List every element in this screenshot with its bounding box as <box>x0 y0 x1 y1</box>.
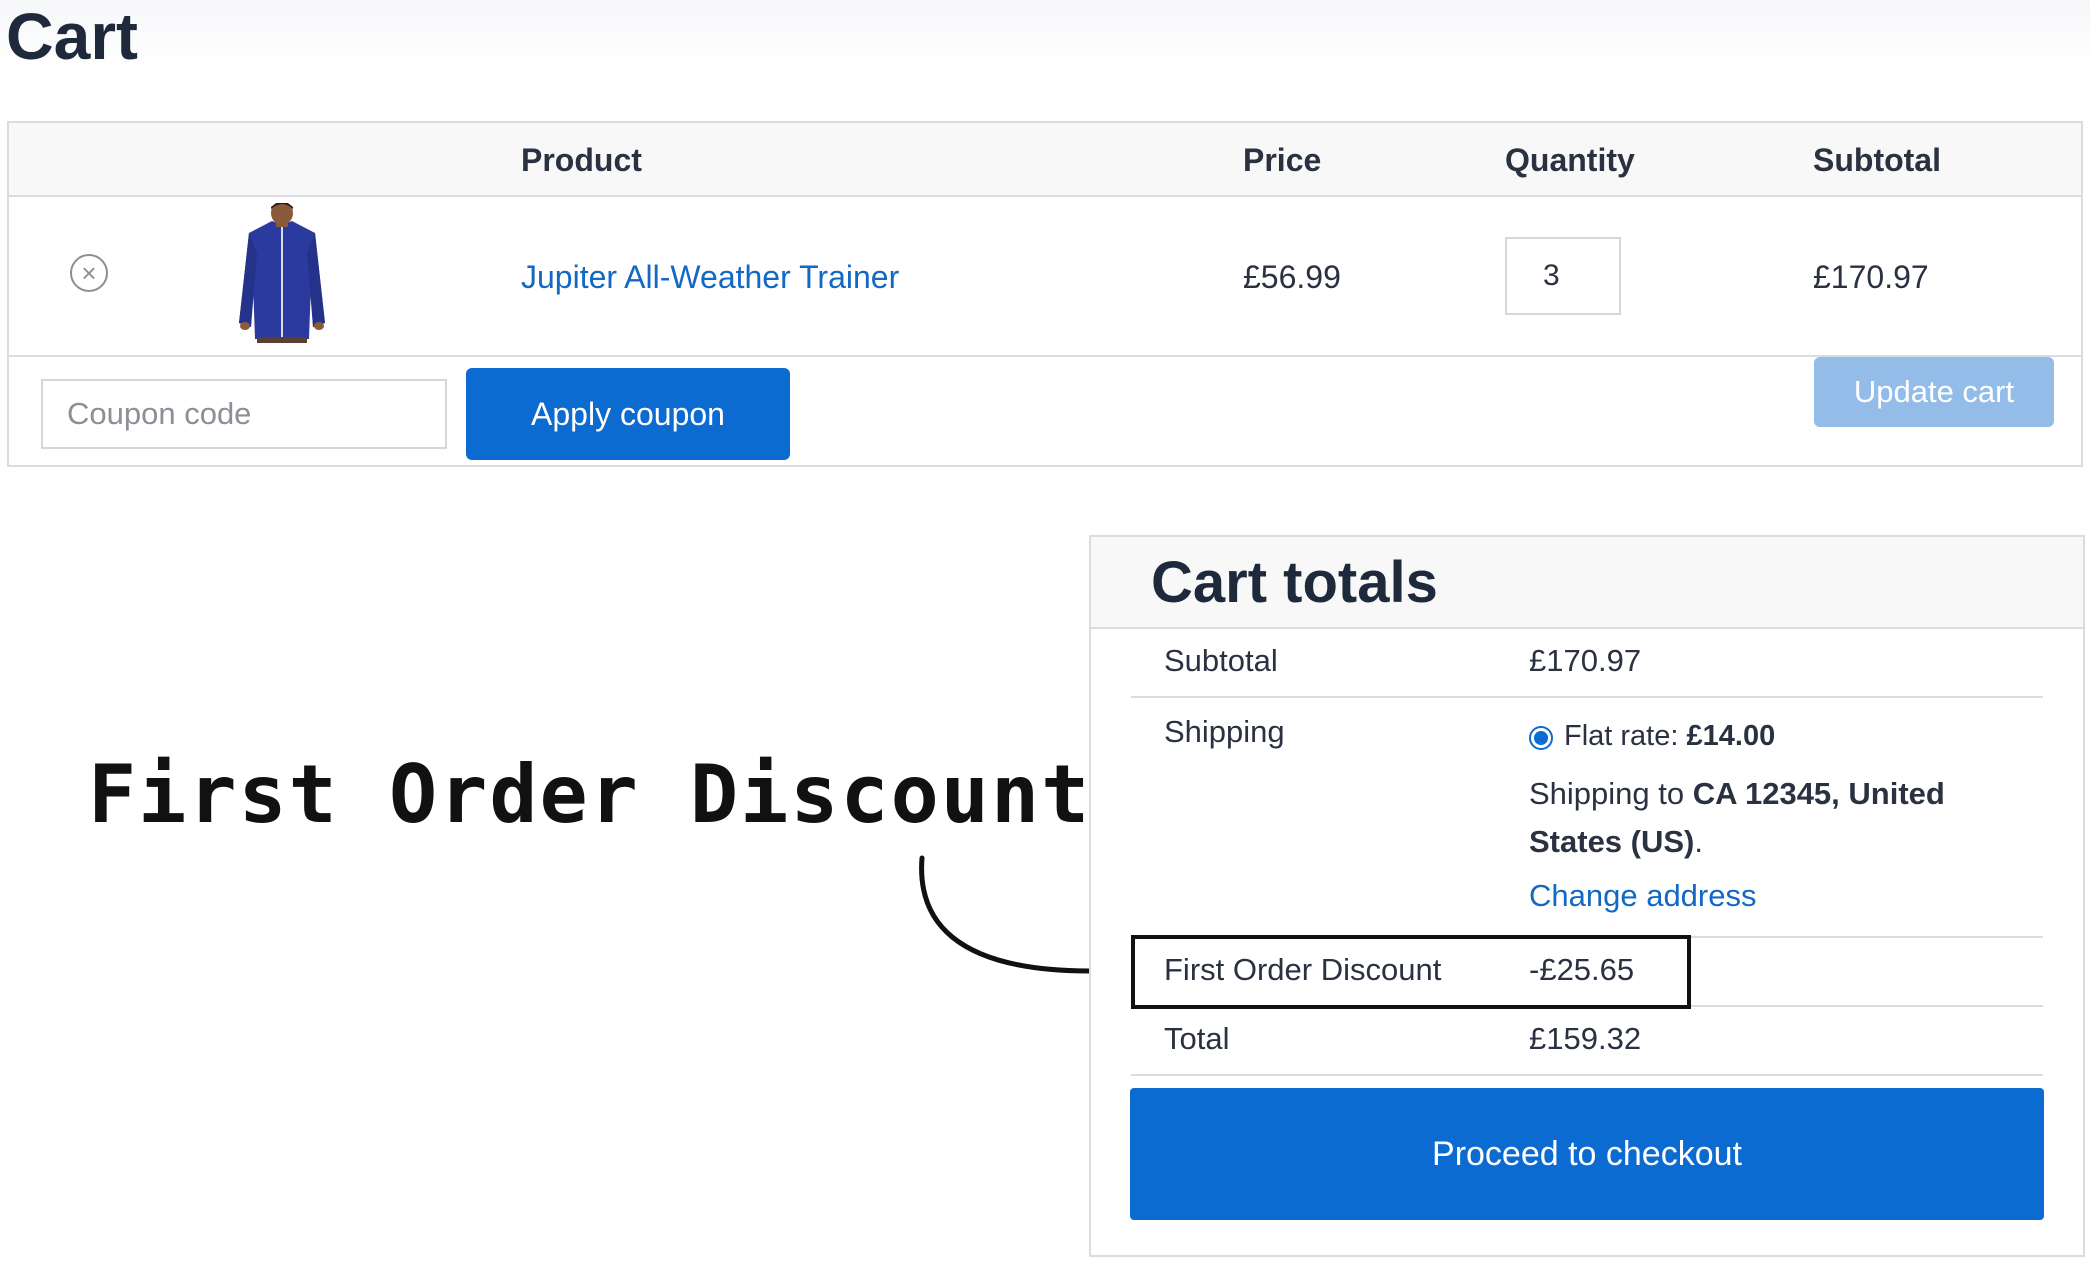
top-fade <box>0 0 2090 70</box>
annotation-label: First Order Discount <box>88 748 1092 841</box>
product-link[interactable]: Jupiter All-Weather Trainer <box>521 197 899 357</box>
cart-totals-header: Cart totals <box>1091 537 2083 629</box>
discount-highlight-box <box>1131 935 1691 1009</box>
cart-item-row: × Jupiter All-Weather Trainer £56.99 £17… <box>9 197 2081 357</box>
update-cart-button[interactable]: Update cart <box>1814 357 2054 427</box>
product-thumbnail[interactable] <box>227 203 337 343</box>
quantity-input[interactable] <box>1505 237 1621 315</box>
page-title: Cart <box>6 0 139 73</box>
total-value: £159.32 <box>1529 1021 1642 1056</box>
shipping-label: Shipping <box>1164 714 1285 749</box>
cart-totals-title: Cart totals <box>1151 550 1438 615</box>
column-header-quantity: Quantity <box>1505 142 1635 178</box>
totals-row-subtotal: Subtotal £170.97 <box>1131 629 2043 698</box>
flat-rate-radio[interactable] <box>1529 726 1553 750</box>
change-address-link[interactable]: Change address <box>1529 878 1757 914</box>
flat-rate-label: Flat rate: £14.00 <box>1564 720 1776 752</box>
shipping-destination: Shipping to CA 12345, United States (US)… <box>1529 776 1945 859</box>
cart-actions: Apply coupon Update cart <box>9 357 2081 467</box>
totals-row-shipping: Shipping Flat rate: £14.00 Shipping to C… <box>1131 698 2043 938</box>
apply-coupon-button[interactable]: Apply coupon <box>466 368 790 460</box>
totals-row-total: Total £159.32 <box>1131 1007 2043 1076</box>
cart-table: Product Price Quantity Subtotal × Jupite… <box>7 121 2083 467</box>
item-price: £56.99 <box>1243 259 1341 295</box>
column-header-price: Price <box>1243 142 1322 178</box>
column-header-subtotal: Subtotal <box>1813 142 1941 178</box>
subtotal-label: Subtotal <box>1164 643 1278 678</box>
proceed-to-checkout-button[interactable]: Proceed to checkout <box>1130 1088 2044 1220</box>
item-subtotal: £170.97 <box>1813 259 1929 295</box>
close-circle-icon[interactable]: × <box>70 254 108 292</box>
coupon-input[interactable] <box>41 379 447 449</box>
column-header-product: Product <box>521 142 642 178</box>
total-label: Total <box>1164 1021 1230 1056</box>
cart-table-header: Product Price Quantity Subtotal <box>9 123 2081 197</box>
subtotal-value: £170.97 <box>1529 643 1642 678</box>
